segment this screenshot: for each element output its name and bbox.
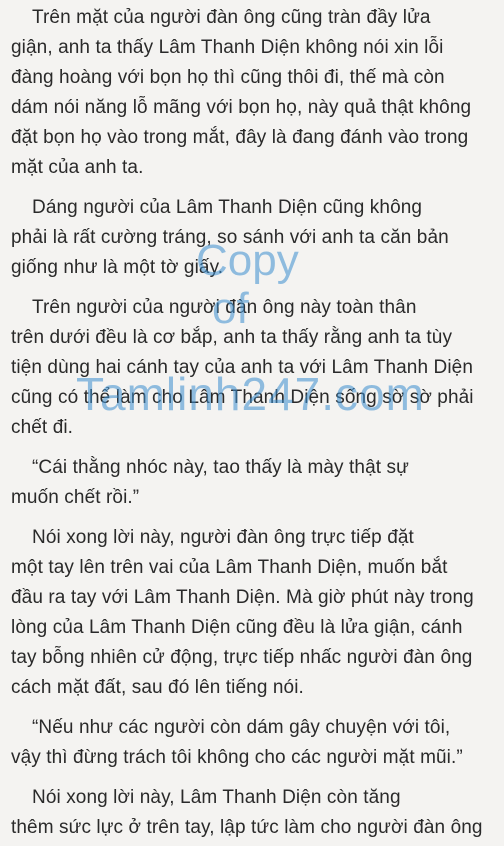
- text-line: “Cái thằng nhóc này, tao thấy là mày thậ…: [32, 457, 409, 478]
- text-line: trên dưới đều là cơ bắp, anh ta thấy rằn…: [11, 327, 453, 348]
- text-line: Trên mặt của người đàn ông cũng tràn đầy…: [32, 7, 431, 28]
- text-line: Nói xong lời này, Lâm Thanh Diện còn tăn…: [32, 787, 401, 808]
- text-line: tiện dùng hai cánh tay của anh ta với Lâ…: [11, 357, 473, 378]
- text-line: một tay lên trên vai của Lâm Thanh Diện,…: [11, 557, 448, 578]
- text-line: “Nếu như các người còn dám gây chuyện vớ…: [32, 717, 451, 738]
- text-line: chết đi.: [11, 417, 74, 438]
- text-line: muốn chết rồi.”: [11, 487, 140, 508]
- story-page: Trên mặt của người đàn ông cũng tràn đầy…: [0, 0, 504, 846]
- text-line: đầu ra tay với Lâm Thanh Diện. Mà giờ ph…: [11, 587, 474, 608]
- text-line: Nói xong lời này, người đàn ông trực tiế…: [32, 527, 414, 548]
- text-line: cách mặt đất, sau đó lên tiếng nói.: [11, 677, 304, 698]
- text-line: giống như là một tờ giấy.: [11, 257, 224, 278]
- text-line: dám nói năng lỗ mãng với bọn họ, này quả…: [11, 97, 472, 118]
- text-line: vậy thì đừng trách tôi không cho các ngư…: [11, 747, 463, 768]
- text-line: cũng có thể làm cho Lâm Thanh Diện sống …: [11, 387, 474, 408]
- text-line: lòng của Lâm Thanh Diện cũng đều là lửa …: [11, 617, 463, 638]
- text-line: đàng hoàng với bọn họ thì cũng thôi đi, …: [11, 67, 445, 88]
- text-line: tay bỗng nhiên cử động, trực tiếp nhấc n…: [11, 647, 473, 668]
- text-line: Trên người của người đàn ông này toàn th…: [32, 297, 417, 318]
- text-line: thêm sức lực ở trên tay, lập tức làm cho…: [11, 817, 483, 838]
- text-line: giận, anh ta thấy Lâm Thanh Diện không n…: [11, 37, 444, 58]
- text-line: đặt bọn họ vào trong mắt, đây là đang đá…: [11, 127, 469, 148]
- text-line: phải là rất cường tráng, so sánh với anh…: [11, 227, 449, 248]
- text-line: Dáng người của Lâm Thanh Diện cũng không: [32, 197, 423, 218]
- text-line: mặt của anh ta.: [11, 157, 144, 178]
